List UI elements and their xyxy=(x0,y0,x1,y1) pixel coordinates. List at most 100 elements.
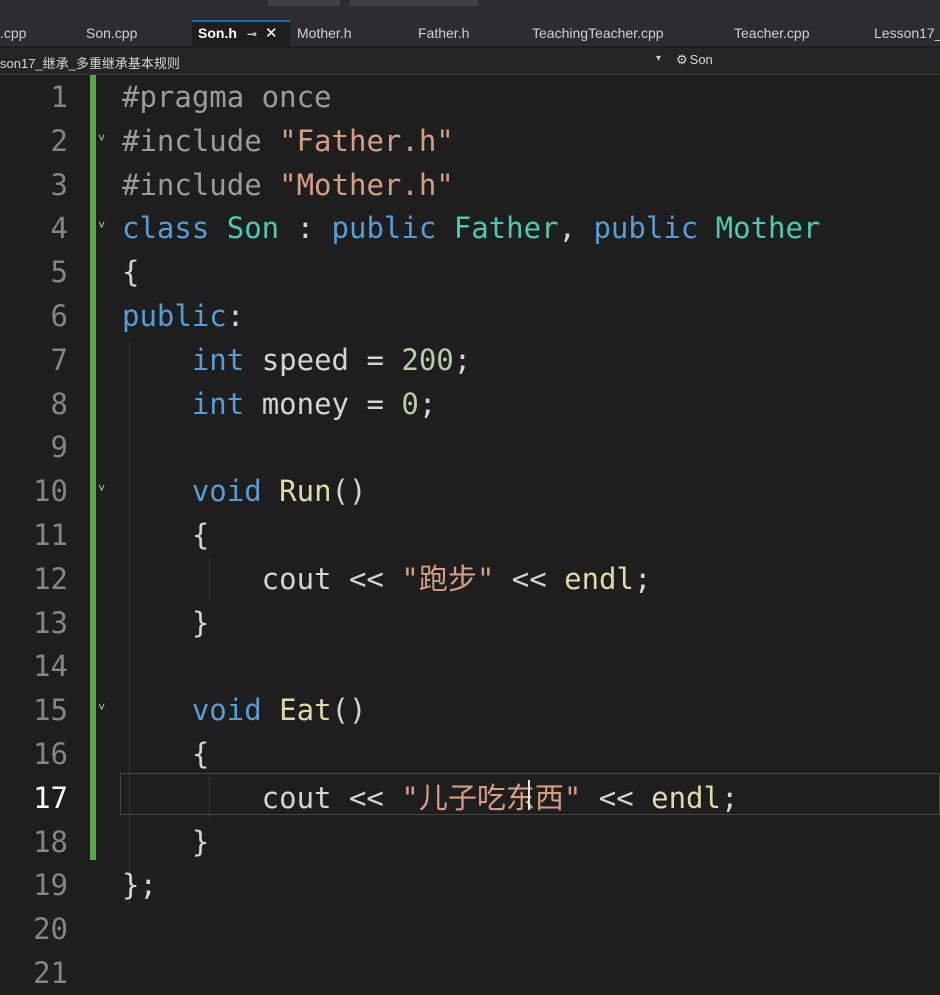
navigation-bar: son17_继承_多重继承基本规则 ▾ ⚙ Son xyxy=(0,48,940,75)
line-number: 7 xyxy=(50,342,68,377)
tab-label: Son.cpp xyxy=(86,25,138,41)
code-line[interactable]: 4 ˅ class Son : public Father, public Moth… xyxy=(0,206,940,250)
toolbar-fragment xyxy=(268,0,340,6)
tab-label: Son.h xyxy=(198,25,237,41)
code-text: { xyxy=(122,513,209,557)
code-text: class Son : public Father, public Mother xyxy=(122,206,820,250)
line-number: 12 xyxy=(33,561,68,596)
code-line[interactable]: 5{ xyxy=(0,250,940,294)
code-line[interactable]: 10 ˅ void Run() xyxy=(0,469,940,513)
code-line[interactable]: 14 xyxy=(0,644,940,688)
line-number: 20 xyxy=(33,912,68,947)
code-token: void xyxy=(191,693,262,728)
code-token: , xyxy=(558,211,594,246)
tab-teacher-cpp[interactable]: Teacher.cpp xyxy=(728,20,816,46)
tab-father-h[interactable]: Father.h xyxy=(412,20,475,46)
code-token: endl xyxy=(651,780,721,815)
code-token: : xyxy=(226,299,245,333)
code-line[interactable]: 13 } xyxy=(0,601,940,645)
code-token: class xyxy=(122,211,227,246)
code-line[interactable]: 6 public: xyxy=(0,294,940,338)
document-tab-bar: .cpp Son.cpp Son.h ⊸ ✕ Mother.h Father.h T… xyxy=(0,20,940,46)
tab-teachingteacher-cpp[interactable]: TeachingTeacher.cpp xyxy=(526,20,670,46)
code-line[interactable]: 2 ˅ #include "Father.h" xyxy=(0,119,940,163)
code-token: 200 xyxy=(401,342,454,377)
text-caret xyxy=(528,780,530,810)
code-token: void xyxy=(191,474,262,509)
class-name: Son xyxy=(689,52,713,67)
code-line[interactable]: 20 xyxy=(0,907,940,951)
code-line[interactable]: 17 cout << "儿子吃东西" << endl; xyxy=(0,776,940,820)
chevron-down-icon[interactable]: ▾ xyxy=(656,53,661,64)
fold-chevron-icon[interactable]: ˅ xyxy=(98,131,105,146)
code-text: cout << "跑步" << endl; xyxy=(122,557,652,601)
line-number: 4 xyxy=(50,211,68,246)
code-token: << xyxy=(581,780,652,815)
code-text: #include "Father.h" xyxy=(122,119,454,163)
line-number: 11 xyxy=(33,518,68,552)
pin-icon[interactable]: ⊸ xyxy=(247,27,257,41)
code-token: { xyxy=(122,518,210,552)
code-token: } xyxy=(122,605,210,640)
tab-cpp[interactable]: .cpp xyxy=(0,20,32,46)
code-line[interactable]: 15 ˅ void Eat() xyxy=(0,688,940,732)
toolbar-fragment xyxy=(350,0,478,6)
code-token: public xyxy=(331,211,454,246)
title-strip xyxy=(0,0,940,20)
code-token: public xyxy=(593,211,716,246)
code-token: << xyxy=(494,561,565,596)
code-line[interactable]: 12 cout << "跑步" << endl; xyxy=(0,557,940,601)
code-line[interactable]: 18 } xyxy=(0,820,940,864)
line-number: 13 xyxy=(33,605,68,640)
code-token: "儿子吃东西" xyxy=(401,780,582,815)
fold-chevron-icon[interactable]: ˅ xyxy=(98,481,105,496)
class-dropdown[interactable]: ⚙ Son xyxy=(676,52,713,68)
code-line[interactable]: 21 xyxy=(0,951,940,995)
tab-mother-h[interactable]: Mother.h xyxy=(291,20,357,46)
code-token: public xyxy=(122,299,227,333)
line-number: 17 xyxy=(33,780,68,815)
project-dropdown[interactable]: son17_继承_多重继承基本规则 xyxy=(0,53,180,72)
code-token: #include xyxy=(122,167,280,202)
code-line[interactable]: 16 { xyxy=(0,732,940,776)
tab-lesson17[interactable]: Lesson17_ xyxy=(868,20,940,46)
tab-label: TeachingTeacher.cpp xyxy=(532,25,664,41)
line-number: 9 xyxy=(50,430,68,465)
fold-chevron-icon[interactable]: ˅ xyxy=(98,700,105,715)
code-text: } xyxy=(122,820,209,864)
code-line[interactable]: 19}; xyxy=(0,863,940,907)
code-line[interactable]: 3 #include "Mother.h" xyxy=(0,163,940,207)
code-token: ; xyxy=(633,561,652,596)
line-number: 6 xyxy=(50,299,68,333)
tab-son-cpp[interactable]: Son.cpp xyxy=(80,20,143,46)
code-text: cout << "儿子吃东西" << endl; xyxy=(122,776,739,820)
code-line[interactable]: 11 { xyxy=(0,513,940,557)
code-token: () xyxy=(331,474,367,509)
code-token: "跑步" xyxy=(401,561,495,596)
code-token: int xyxy=(191,386,245,421)
close-icon[interactable]: ✕ xyxy=(265,25,278,42)
code-text: void Run() xyxy=(122,469,367,513)
code-text: int speed = 200; xyxy=(122,338,471,382)
code-token: Eat xyxy=(279,693,332,728)
line-number: 8 xyxy=(50,386,68,421)
code-line[interactable]: 8 int money = 0; xyxy=(0,382,940,426)
code-token: int xyxy=(191,342,245,377)
tab-son-h[interactable]: Son.h ⊸ ✕ xyxy=(192,20,290,46)
fold-chevron-icon[interactable]: ˅ xyxy=(98,218,105,233)
code-line[interactable]: 1 #pragma once xyxy=(0,75,940,119)
code-line[interactable]: 9 xyxy=(0,425,940,469)
code-text: void Eat() xyxy=(122,688,367,732)
code-token: Son xyxy=(226,211,280,246)
class-icon: ⚙ xyxy=(676,52,688,67)
code-editor[interactable]: 1 #pragma once 2 ˅ #include "Father.h" 3 #incl… xyxy=(0,75,940,990)
code-text: public: xyxy=(122,294,244,338)
line-number: 10 xyxy=(33,474,68,509)
code-text: } xyxy=(122,601,209,645)
code-line[interactable]: 7 int speed = 200; xyxy=(0,338,940,382)
